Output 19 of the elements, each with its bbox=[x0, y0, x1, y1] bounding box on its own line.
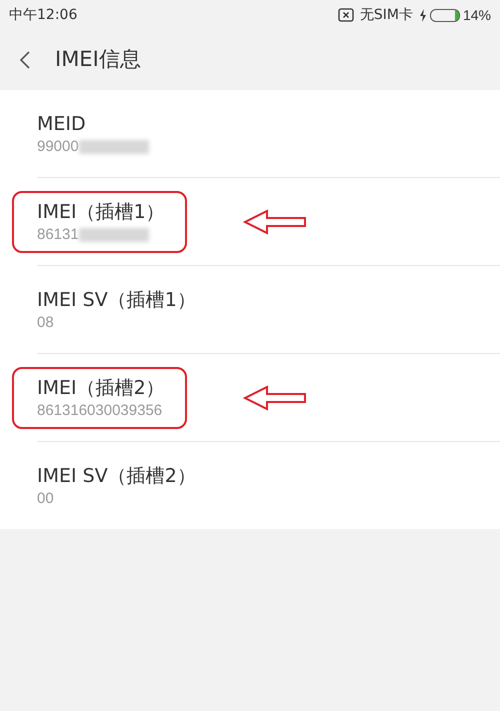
item-label: IMEI SV（插槽1） bbox=[37, 288, 196, 312]
item-value: 00 bbox=[37, 488, 54, 508]
item-label: IMEI SV（插槽2） bbox=[37, 464, 196, 488]
sim-status: 无SIM卡 bbox=[360, 6, 413, 24]
battery-icon bbox=[430, 8, 460, 22]
item-value: 861316030039356 bbox=[37, 400, 162, 420]
item-value: 99000 bbox=[37, 136, 79, 156]
item-label: MEID bbox=[37, 112, 87, 136]
no-sim-icon bbox=[338, 8, 354, 22]
battery-percent: 14% bbox=[462, 6, 491, 24]
item-label: IMEI（插槽1） bbox=[37, 200, 165, 224]
item-value: 08 bbox=[37, 312, 54, 332]
arrow-icon bbox=[242, 384, 307, 410]
back-icon bbox=[19, 50, 31, 70]
item-label: IMEI（插槽2） bbox=[37, 376, 165, 400]
arrow-icon bbox=[242, 208, 307, 234]
page-title: IMEI信息 bbox=[55, 46, 141, 74]
status-time: 中午12:06 bbox=[9, 6, 78, 24]
item-value: 86131 bbox=[37, 224, 79, 244]
